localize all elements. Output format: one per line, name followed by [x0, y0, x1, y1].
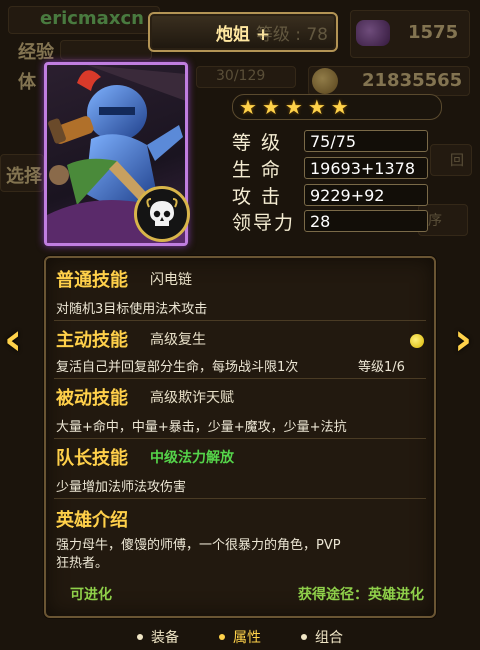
- skull-icon: [146, 198, 178, 226]
- select-button-label: 选择: [6, 166, 42, 187]
- star-icon: ★: [284, 95, 303, 119]
- stat-leadership-value: 28: [304, 210, 428, 232]
- stat-attack-value: 9229+92: [304, 184, 428, 206]
- stamina-value: 30/129: [216, 68, 266, 84]
- stat-level-label: 等 级: [232, 132, 283, 154]
- evolvable-label: 可进化: [70, 587, 112, 603]
- hero-class-badge: [134, 186, 190, 242]
- separator: [54, 498, 426, 499]
- title-ghost-text: 等级 : 78: [255, 24, 328, 45]
- bottom-tabs: 装备 属性 组合: [0, 624, 480, 650]
- normal-skill-desc: 对随机3目标使用法术攻击: [56, 302, 208, 317]
- coin-icon: [312, 68, 338, 94]
- active-skill-name: 高级复生: [150, 332, 206, 348]
- tab-dot: [219, 634, 225, 640]
- hero-intro-title: 英雄介绍: [56, 510, 128, 531]
- gold-value: 21835565: [362, 70, 463, 91]
- star-icon: ★: [307, 95, 326, 119]
- separator: [54, 378, 426, 379]
- stat-attack-label: 攻 击: [232, 186, 283, 208]
- tab-combination[interactable]: 组合: [301, 624, 343, 650]
- gem-icon: [356, 20, 390, 46]
- stat-leadership-label: 领导力: [232, 212, 296, 234]
- tab-attributes[interactable]: 属性: [219, 624, 261, 650]
- separator: [54, 320, 426, 321]
- stat-level-value: 75/75: [304, 130, 428, 152]
- sort-button-label: 序: [428, 213, 442, 229]
- tab-label: 属性: [233, 630, 261, 646]
- player-name: ericmaxcn: [40, 8, 144, 29]
- stat-hp-label: 生 命: [232, 159, 283, 181]
- return-button-label: 回: [450, 153, 464, 169]
- tab-dot: [137, 634, 143, 640]
- active-skill-level: 等级1/6: [358, 360, 405, 375]
- tab-equipment[interactable]: 装备: [137, 624, 179, 650]
- hero-intro-desc-line2: 狂热者。: [56, 556, 109, 571]
- passive-skill-desc: 大量+命中，中量+暴击，少量+魔攻，少量+法抗: [56, 420, 347, 435]
- hero-intro-desc-line1: 强力母牛，傻馒的师傅，一个很暴力的角色，PVP: [56, 538, 341, 553]
- leader-skill-name: 中级法力解放: [150, 450, 234, 466]
- normal-skill-title: 普通技能: [56, 270, 128, 291]
- hero-title-plate: 等级 : 78 炮姐 +: [148, 12, 338, 52]
- prev-hero-arrow[interactable]: ‹: [4, 318, 22, 362]
- exp-bar: [60, 40, 152, 60]
- passive-skill-title: 被动技能: [56, 388, 128, 409]
- star-icon: ★: [239, 95, 257, 119]
- leader-skill-desc: 少量增加法师法攻伤害: [56, 480, 187, 495]
- obtain-method: 获得途径：英雄进化: [298, 587, 424, 603]
- normal-skill-name: 闪电链: [150, 272, 192, 288]
- hero-star-rating: ★ ★ ★ ★ ★: [232, 94, 442, 120]
- tab-label: 组合: [315, 630, 343, 646]
- active-skill-desc: 复活自己并回复部分生命，每场战斗限1次: [56, 360, 299, 375]
- star-icon: ★: [261, 95, 280, 119]
- stamina-label: 体: [18, 72, 36, 93]
- skills-panel: 普通技能 闪电链 对随机3目标使用法术攻击 主动技能 高级复生 复活自己并回复部…: [44, 256, 436, 618]
- tab-label: 装备: [151, 630, 179, 646]
- leader-skill-title: 队长技能: [56, 448, 128, 469]
- tab-dot: [301, 634, 307, 640]
- passive-skill-name: 高级欺诈天赋: [150, 390, 234, 406]
- separator: [54, 438, 426, 439]
- gems-value: 1575: [408, 22, 459, 43]
- star-icon: ★: [330, 95, 349, 119]
- active-skill-title: 主动技能: [56, 330, 128, 351]
- skill-upgrade-indicator[interactable]: [410, 334, 424, 348]
- next-hero-arrow[interactable]: ›: [454, 318, 472, 362]
- exp-label: 经验: [18, 42, 54, 63]
- stat-hp-value: 19693+1378: [304, 157, 428, 179]
